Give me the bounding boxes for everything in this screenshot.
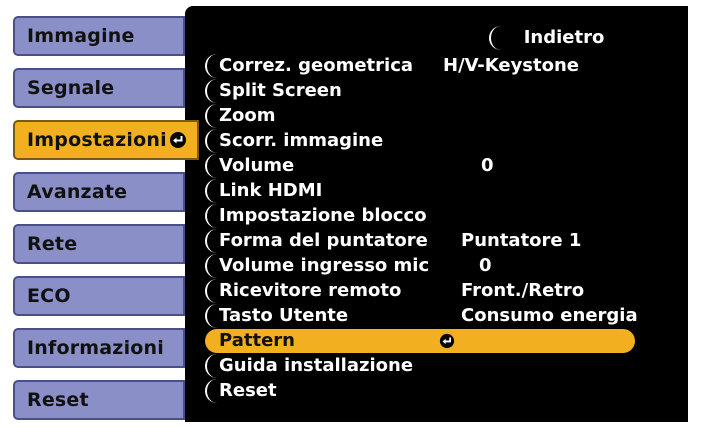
tab-reset[interactable]: Reset — [13, 380, 185, 420]
menu-item-label: Tasto Utente — [219, 305, 349, 326]
menu-item-label: Forma del puntatore — [219, 230, 428, 251]
tab-label: Impostazioni — [27, 129, 167, 151]
menu-item-value: Front./Retro — [461, 280, 585, 301]
menu-item-label: Link HDMI — [219, 180, 323, 201]
menu-item-scorr-immagine[interactable]: Scorr. immagine — [205, 129, 635, 153]
menu-item-label: Pattern — [219, 330, 295, 351]
tab-eco[interactable]: ECO — [13, 276, 185, 316]
menu-item-reset[interactable]: Reset — [205, 379, 635, 403]
menu-item-label: Correz. geometrica — [219, 55, 414, 76]
menu-item-label: Zoom — [219, 105, 276, 126]
tab-label: ECO — [27, 285, 71, 307]
tab-informazioni[interactable]: Informazioni — [13, 328, 185, 368]
menu-item-value: H/V-Keystone — [443, 55, 580, 76]
settings-panel: Indietro Correz. geometrica H/V-Keystone… — [185, 6, 688, 422]
tab-segnale[interactable]: Segnale — [13, 68, 185, 108]
tab-label: Informazioni — [27, 337, 164, 359]
menu-item-label: Volume — [219, 155, 295, 176]
enter-icon — [439, 333, 455, 349]
tab-rete[interactable]: Rete — [13, 224, 185, 264]
menu-item-impostazione-blocco[interactable]: Impostazione blocco — [205, 204, 635, 228]
menu-item-value: Puntatore 1 — [461, 230, 582, 251]
menu-item-volume[interactable]: Volume 0 — [205, 154, 635, 178]
tab-label: Segnale — [27, 77, 115, 99]
menu-item-pattern[interactable]: Pattern — [205, 329, 635, 353]
menu-item-guida-installazione[interactable]: Guida installazione — [205, 354, 635, 378]
tab-label: Avanzate — [27, 181, 128, 203]
menu-item-label: Guida installazione — [219, 355, 414, 376]
tab-label: Rete — [27, 233, 78, 255]
menu-item-zoom[interactable]: Zoom — [205, 104, 635, 128]
tab-avanzate[interactable]: Avanzate — [13, 172, 185, 212]
menu-item-label: Scorr. immagine — [219, 130, 384, 151]
menu-item-value: 0 — [479, 255, 492, 276]
menu-item-value: Consumo energia — [461, 305, 638, 326]
tab-label: Immagine — [27, 25, 135, 47]
menu-item-forma-puntatore[interactable]: Forma del puntatore Puntatore 1 — [205, 229, 635, 253]
menu-item-correz-geometrica[interactable]: Correz. geometrica H/V-Keystone — [205, 54, 635, 78]
menu-item-ricevitore-remoto[interactable]: Ricevitore remoto Front./Retro — [205, 279, 635, 303]
tab-impostazioni[interactable]: Impostazioni — [13, 120, 199, 160]
menu-item-label: Volume ingresso mic — [219, 255, 430, 276]
menu-item-tasto-utente[interactable]: Tasto Utente Consumo energia — [205, 304, 638, 328]
menu-item-label: Impostazione blocco — [219, 205, 427, 226]
menu-item-split-screen[interactable]: Split Screen — [205, 79, 635, 103]
tab-immagine[interactable]: Immagine — [13, 16, 185, 56]
back-button[interactable]: Indietro — [489, 26, 637, 50]
enter-icon — [169, 131, 187, 149]
projector-menu: Immagine Segnale Impostazioni Avanzate R… — [13, 6, 688, 422]
menu-item-link-hdmi[interactable]: Link HDMI — [205, 179, 635, 203]
menu-item-label: Ricevitore remoto — [219, 280, 402, 301]
menu-item-label: Reset — [219, 380, 277, 401]
menu-item-value: 0 — [481, 155, 494, 176]
menu-item-label: Split Screen — [219, 80, 342, 101]
tab-label: Reset — [27, 389, 89, 411]
menu-item-volume-ingresso-mic[interactable]: Volume ingresso mic 0 — [205, 254, 635, 278]
